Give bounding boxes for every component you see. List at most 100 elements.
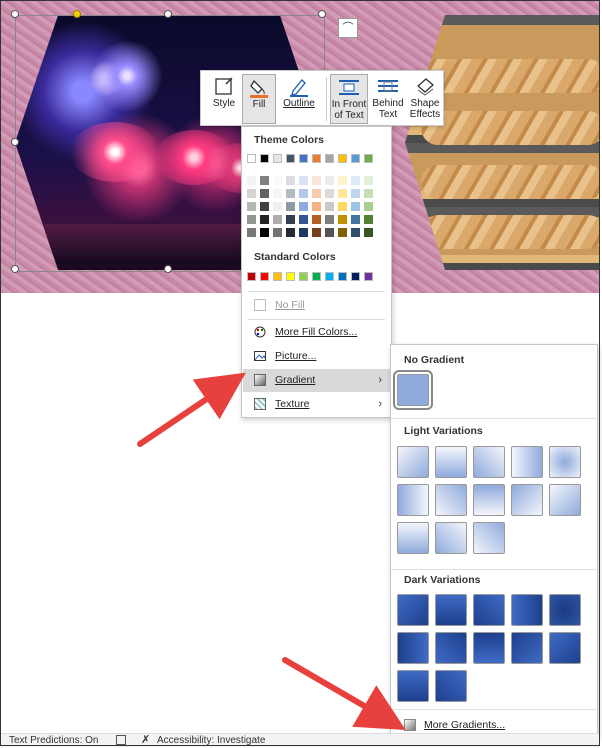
theme-color-swatch[interactable] — [273, 176, 282, 185]
theme-color-swatch[interactable] — [260, 215, 269, 224]
theme-color-swatch[interactable] — [351, 189, 360, 198]
theme-color-swatch[interactable] — [338, 189, 347, 198]
theme-color-swatch[interactable] — [247, 176, 256, 185]
resize-handle[interactable] — [11, 138, 19, 146]
theme-color-swatch[interactable] — [247, 154, 256, 163]
text-predictions-status[interactable]: Text Predictions: On — [9, 734, 98, 747]
theme-color-swatch[interactable] — [273, 189, 282, 198]
in-front-of-text-button[interactable]: In Front of Text — [330, 74, 368, 124]
theme-color-swatch[interactable] — [325, 202, 334, 211]
standard-color-swatch[interactable] — [312, 272, 321, 281]
shape-effects-button[interactable]: Shape Effects — [407, 74, 443, 124]
theme-color-swatch[interactable] — [247, 228, 256, 237]
behind-text-button[interactable]: Behind Text — [370, 74, 406, 124]
bread-hexagon-image[interactable] — [405, 15, 600, 270]
light-gradient-swatch[interactable] — [397, 484, 429, 516]
light-gradient-swatch[interactable] — [511, 484, 543, 516]
theme-color-swatch[interactable] — [364, 176, 373, 185]
standard-color-swatch[interactable] — [338, 272, 347, 281]
theme-color-swatch[interactable] — [338, 202, 347, 211]
light-gradient-swatch[interactable] — [397, 446, 429, 478]
light-gradient-swatch[interactable] — [549, 484, 581, 516]
standard-color-swatch[interactable] — [286, 272, 295, 281]
theme-color-swatch[interactable] — [338, 228, 347, 237]
theme-color-swatch[interactable] — [364, 215, 373, 224]
theme-color-swatch[interactable] — [260, 228, 269, 237]
light-gradient-swatch[interactable] — [473, 522, 505, 554]
outline-button[interactable]: Outline — [279, 74, 319, 124]
theme-color-swatch[interactable] — [364, 202, 373, 211]
resize-handle[interactable] — [11, 265, 19, 273]
no-fill-item[interactable]: No Fill — [243, 294, 390, 317]
theme-color-swatch[interactable] — [351, 215, 360, 224]
standard-color-swatch[interactable] — [273, 272, 282, 281]
theme-color-swatch[interactable] — [299, 154, 308, 163]
standard-color-swatch[interactable] — [325, 272, 334, 281]
standard-color-swatch[interactable] — [351, 272, 360, 281]
dark-gradient-swatch[interactable] — [473, 632, 505, 664]
theme-color-swatch[interactable] — [312, 154, 321, 163]
theme-color-swatch[interactable] — [286, 215, 295, 224]
theme-color-swatch[interactable] — [338, 154, 347, 163]
more-fill-colors-item[interactable]: More Fill Colors... — [243, 321, 390, 344]
theme-color-swatch[interactable] — [299, 228, 308, 237]
light-gradient-swatch[interactable] — [549, 446, 581, 478]
dark-gradient-swatch[interactable] — [473, 594, 505, 626]
standard-color-swatch[interactable] — [364, 272, 373, 281]
theme-color-swatch[interactable] — [351, 176, 360, 185]
gradient-item[interactable]: Gradient › — [243, 369, 390, 392]
light-gradient-swatch[interactable] — [435, 522, 467, 554]
theme-color-swatch[interactable] — [286, 176, 295, 185]
resize-handle[interactable] — [164, 265, 172, 273]
theme-color-swatch[interactable] — [260, 189, 269, 198]
dark-gradient-swatch[interactable] — [435, 670, 467, 702]
theme-color-swatch[interactable] — [273, 202, 282, 211]
theme-color-swatch[interactable] — [364, 189, 373, 198]
theme-color-swatch[interactable] — [299, 189, 308, 198]
picture-item[interactable]: Picture... — [243, 345, 390, 368]
dark-gradient-swatch[interactable] — [549, 594, 581, 626]
light-gradient-swatch[interactable] — [473, 446, 505, 478]
theme-color-swatch[interactable] — [247, 202, 256, 211]
layout-options-icon[interactable]: ⌒ — [338, 18, 358, 38]
theme-color-swatch[interactable] — [325, 189, 334, 198]
theme-color-swatch[interactable] — [260, 176, 269, 185]
style-button[interactable]: Style — [207, 74, 241, 124]
adjust-handle[interactable] — [73, 10, 81, 18]
theme-color-swatch[interactable] — [312, 176, 321, 185]
theme-color-swatch[interactable] — [338, 215, 347, 224]
theme-color-swatch[interactable] — [273, 228, 282, 237]
dark-gradient-swatch[interactable] — [511, 632, 543, 664]
theme-color-swatch[interactable] — [273, 154, 282, 163]
theme-color-swatch[interactable] — [286, 228, 295, 237]
dark-gradient-swatch[interactable] — [397, 594, 429, 626]
theme-color-swatch[interactable] — [299, 215, 308, 224]
standard-color-swatch[interactable] — [247, 272, 256, 281]
theme-color-swatch[interactable] — [299, 202, 308, 211]
dark-gradient-swatch[interactable] — [435, 594, 467, 626]
resize-handle[interactable] — [318, 10, 326, 18]
theme-color-swatch[interactable] — [286, 189, 295, 198]
theme-color-swatch[interactable] — [325, 176, 334, 185]
focus-mode-icon[interactable] — [116, 735, 126, 745]
theme-color-swatch[interactable] — [286, 202, 295, 211]
theme-color-swatch[interactable] — [351, 202, 360, 211]
accessibility-status[interactable]: Accessibility: Investigate — [157, 734, 265, 747]
light-gradient-swatch[interactable] — [435, 484, 467, 516]
theme-color-swatch[interactable] — [247, 189, 256, 198]
dark-gradient-swatch[interactable] — [511, 594, 543, 626]
theme-color-swatch[interactable] — [351, 154, 360, 163]
light-gradient-swatch[interactable] — [397, 522, 429, 554]
standard-color-swatch[interactable] — [299, 272, 308, 281]
resize-handle[interactable] — [11, 10, 19, 18]
theme-color-swatch[interactable] — [260, 154, 269, 163]
theme-color-swatch[interactable] — [312, 202, 321, 211]
resize-handle[interactable] — [164, 10, 172, 18]
theme-color-swatch[interactable] — [351, 228, 360, 237]
theme-color-swatch[interactable] — [325, 228, 334, 237]
theme-color-swatch[interactable] — [273, 215, 282, 224]
theme-color-swatch[interactable] — [312, 215, 321, 224]
light-gradient-swatch[interactable] — [511, 446, 543, 478]
theme-color-swatch[interactable] — [299, 176, 308, 185]
light-gradient-swatch[interactable] — [473, 484, 505, 516]
